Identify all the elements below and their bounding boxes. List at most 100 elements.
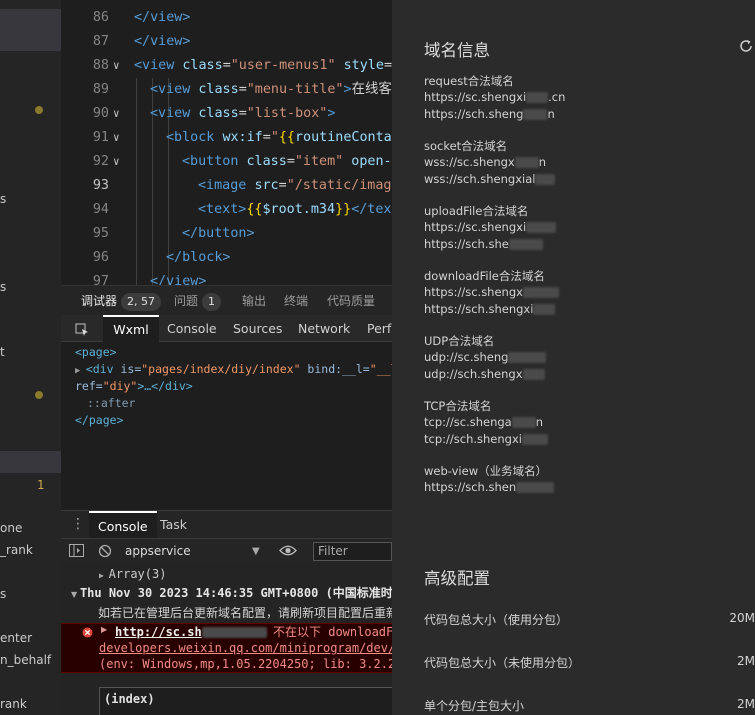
code-content: <button class="item" open-ty xyxy=(182,150,392,174)
redacted-block xyxy=(511,417,536,428)
code-token: = xyxy=(238,106,247,121)
context-select[interactable]: appservice xyxy=(125,539,191,564)
wxml-val: "__l" xyxy=(369,362,392,376)
explorer-selected-row[interactable] xyxy=(0,451,61,473)
chevron-down-icon[interactable]: ▼ xyxy=(252,539,260,564)
code-token: </button> xyxy=(182,226,255,241)
code-content: <view class="list-box"> xyxy=(150,102,335,126)
explorer-item[interactable]: rank xyxy=(0,697,27,711)
fold-chevron-icon[interactable]: ∨ xyxy=(113,126,120,150)
code-line[interactable]: 95 </button> xyxy=(61,222,392,246)
domain-visible-part: https://sc.shengxi xyxy=(424,220,527,234)
explorer-item[interactable]: one xyxy=(0,521,22,535)
code-line[interactable]: 93 <image src="/static/images xyxy=(61,174,392,198)
fold-chevron-icon[interactable]: ∨ xyxy=(113,54,120,78)
filter-input[interactable]: Filter xyxy=(313,542,392,561)
domain-visible-part: https://sc.shengxi xyxy=(424,90,527,104)
explorer-item[interactable]: enter xyxy=(0,631,32,645)
redacted-block xyxy=(526,92,549,103)
domain-visible-part: wss://sc.shengx xyxy=(424,155,515,169)
redacted-block xyxy=(526,222,557,233)
tab-task[interactable]: Task xyxy=(160,511,187,539)
panel-tab-1[interactable]: 问题 1 xyxy=(174,286,222,316)
explorer-item[interactable]: _rank xyxy=(0,543,33,557)
explorer-item[interactable]: s xyxy=(0,280,6,294)
panel-tab-3[interactable]: 终端 xyxy=(284,286,308,316)
wxml-page-close[interactable]: </page> xyxy=(75,412,123,429)
expand-arrow-icon[interactable]: ▶ xyxy=(99,571,109,580)
code-content: </view> xyxy=(150,270,206,285)
explorer-item[interactable]: t xyxy=(0,345,5,359)
code-line[interactable]: 97 </view> xyxy=(61,270,392,285)
explorer-item[interactable]: s xyxy=(0,192,6,206)
log-error-entry[interactable]: ▶ http://sc.sh 不在以下 downloadFi developer… xyxy=(61,623,392,673)
wxml-page-open[interactable]: <page> xyxy=(75,344,117,361)
expand-arrow-icon[interactable]: ▶ xyxy=(75,366,86,376)
expand-arrow-icon[interactable]: ▶ xyxy=(101,625,107,634)
explorer-item[interactable]: s xyxy=(0,587,6,601)
code-line[interactable]: 94 <text>{{$root.m34}}</text xyxy=(61,198,392,222)
eye-icon[interactable] xyxy=(279,544,297,560)
line-number: 87 xyxy=(92,34,109,49)
log-array-entry[interactable]: ▶ Array(3) xyxy=(99,565,392,583)
code-line[interactable]: 87 </view> xyxy=(61,30,392,54)
sidebar-toggle-icon[interactable] xyxy=(69,544,84,560)
collapse-arrow-icon[interactable]: ▼ xyxy=(71,590,80,599)
domain-entry: https://sch.she xyxy=(424,237,543,251)
more-options-icon[interactable]: ⋮ xyxy=(71,514,85,534)
domain-tail: n xyxy=(535,415,544,429)
clear-console-icon[interactable] xyxy=(98,544,112,561)
domain-visible-part: https://sch.she xyxy=(424,237,509,251)
code-token: routineContact xyxy=(295,130,392,145)
panel-tab-4[interactable]: 代码质量 xyxy=(327,286,375,316)
panel-tab-2[interactable]: 输出 xyxy=(242,286,266,316)
redacted-block xyxy=(508,239,543,250)
code-line[interactable]: 88 ∨ <view class="user-menus1" style="m xyxy=(61,54,392,78)
panel-tab-bar: 调试器 2, 57 问题 1 输出 终端 代码质量 xyxy=(61,285,392,315)
devtools-tab-sources[interactable]: Sources xyxy=(233,315,282,342)
inspect-element-icon[interactable] xyxy=(69,315,95,342)
refresh-icon[interactable] xyxy=(738,38,754,58)
code-token: "user-menus1" xyxy=(230,58,336,73)
panel-tab-0[interactable]: 调试器 2, 57 xyxy=(81,286,162,316)
devtools-tab-wxml[interactable]: Wxml xyxy=(103,315,159,342)
code-token: class xyxy=(198,82,239,97)
wxml-tree[interactable]: <page> ▶ <div is="pages/index/diy/index"… xyxy=(61,342,392,508)
code-line[interactable]: 86 </view> xyxy=(61,6,392,30)
code-line[interactable]: 92 ∨ <button class="item" open-ty xyxy=(61,150,392,174)
domain-section-title: UDP合法域名 xyxy=(424,334,495,348)
error-doc-link[interactable]: developers.weixin.qq.com/miniprogram/dev… xyxy=(99,640,392,656)
log-group-header[interactable]: ▼ Thu Nov 30 2023 14:46:35 GMT+0800 (中国标… xyxy=(71,584,392,602)
code-content: </block> xyxy=(166,246,231,270)
code-line[interactable]: 89 <view class="menu-title">在线客服 xyxy=(61,78,392,102)
domain-visible-part: tcp://sch.shengxi xyxy=(424,432,522,446)
panel-tab-label: 输出 xyxy=(242,294,267,308)
code-token: > xyxy=(327,106,336,121)
wxml-page-open-tag: <page> xyxy=(75,345,117,359)
code-token: > xyxy=(343,82,352,97)
log-warn-line: 如若已在管理后台更新域名配置，请刷新项目配置后重新 xyxy=(98,604,392,623)
explorer-selected-row[interactable] xyxy=(0,9,61,51)
fold-chevron-icon[interactable]: ∨ xyxy=(113,150,120,174)
error-url-link[interactable]: http://sc.sh xyxy=(115,624,202,640)
code-token: </text xyxy=(351,202,392,217)
code-line[interactable]: 91 ∨ <block wx:if="{{routineContact xyxy=(61,126,392,150)
wxml-after-pseudo[interactable]: ::after xyxy=(87,395,135,412)
tab-console[interactable]: Console xyxy=(89,511,157,539)
fold-chevron-icon[interactable]: ∨ xyxy=(113,102,120,126)
code-token: $root.m34 xyxy=(262,202,336,217)
code-content: </view> xyxy=(134,6,190,30)
line-number: 96 xyxy=(92,250,109,265)
code-line[interactable]: 96 </block> xyxy=(61,246,392,270)
line-number: 91 xyxy=(92,130,109,145)
log-table[interactable]: (index) xyxy=(99,687,392,715)
console-output[interactable]: ▶ Array(3) ▼ Thu Nov 30 2023 14:46:35 GM… xyxy=(61,563,392,715)
devtools-tab-network[interactable]: Network xyxy=(298,315,350,342)
line-number: 90 xyxy=(92,106,109,121)
code-editor[interactable]: 86 </view> 87 </view> 88 ∨ <view class="user-m… xyxy=(61,0,392,285)
devtools-tab-console[interactable]: Console xyxy=(167,315,217,342)
explorer-item[interactable]: n_behalf xyxy=(0,653,51,667)
line-number: 93 xyxy=(92,178,109,193)
wxml-div-node-cont[interactable]: ref="diy">…</div> xyxy=(75,378,193,395)
code-line[interactable]: 90 ∨ <view class="list-box"> xyxy=(61,102,392,126)
